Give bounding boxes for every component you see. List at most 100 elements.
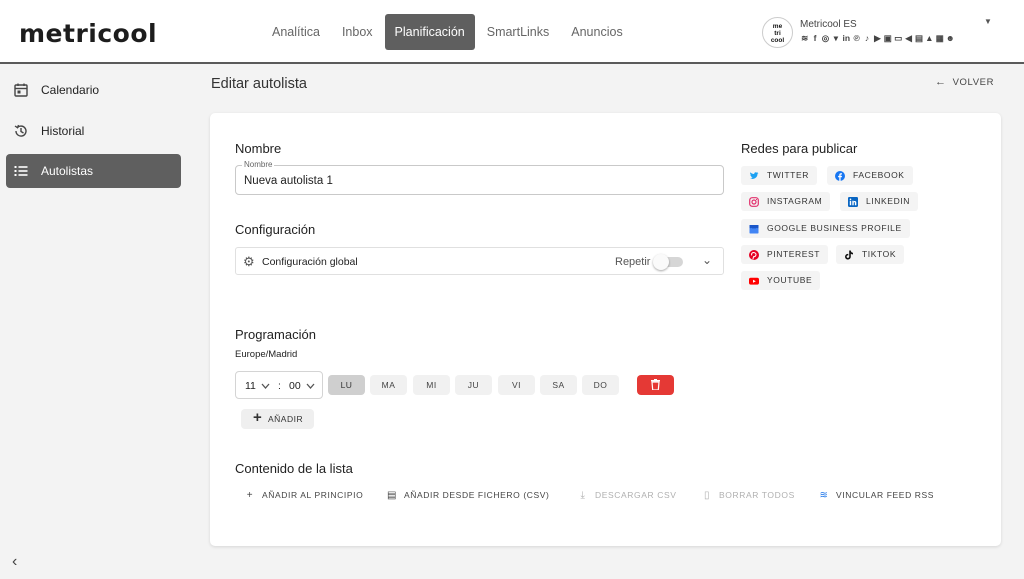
config-panel[interactable]: ⚙ Configuración global Repetir ⌄ [235,247,724,275]
top-header: metricool Analítica Inbox Planificación … [0,0,1024,64]
chevron-down-icon[interactable] [306,383,315,389]
sidebar-item-label: Autolistas [41,164,94,178]
sidebar-item-autolistas[interactable]: Autolistas [6,154,181,188]
account-network-icons: ≋ f ◎ ▾ in ℗ ♪ ▶ ▣ ▭ ◀ ▤ ▲ ▦ ☻ [800,33,955,43]
network-label: LINKEDIN [866,196,911,206]
nav-smartlinks[interactable]: SmartLinks [477,14,560,50]
plus-icon: + [246,490,254,501]
chevron-left-icon[interactable]: ‹ [12,553,17,571]
nav-anuncios[interactable]: Anuncios [561,14,632,50]
network-pinterest[interactable]: PINTEREST [741,245,829,264]
network-facebook[interactable]: FACEBOOK [827,166,913,185]
download-csv-button[interactable]: ⤓ DESCARGAR CSV [576,490,676,501]
back-button[interactable]: ← VOLVER [935,76,994,88]
name-field[interactable]: Nombre Nueva autolista 1 [235,160,724,195]
chevron-down-icon[interactable] [261,383,270,389]
autolist-form-card: Nombre Nombre Nueva autolista 1 Configur… [210,113,1001,546]
smiley-icon: ☻ [945,33,955,43]
metricool-logo[interactable]: metricool [19,19,157,48]
repeat-label: Repetir [615,256,651,268]
nav-analitica[interactable]: Analítica [262,14,330,50]
file-icon: ▤ [386,490,398,501]
rss-icon: ≋ [819,490,829,501]
network-label: YOUTUBE [767,275,813,285]
twitch-icon: ▣ [883,33,892,43]
add-from-csv-button[interactable]: ▤ AÑADIR DESDE FICHERO (CSV) [385,490,549,501]
day-ju[interactable]: JU [455,375,492,395]
day-sa[interactable]: SA [540,375,577,395]
repeat-toggle[interactable] [653,254,683,270]
download-icon: ⤓ [580,490,586,501]
twitter-icon [750,172,759,179]
add-schedule-button[interactable]: + AÑADIR [241,409,314,429]
network-label: TWITTER [767,170,809,180]
account-switcher[interactable]: me tri cool Metricool ES ▼ ≋ f ◎ ▾ in ℗ ♪ … [762,17,1012,49]
pinterest-icon: ℗ [853,33,860,43]
day-ma[interactable]: MA [370,375,407,395]
list-icon [14,166,28,176]
linkedin-icon: in [842,33,851,43]
time-picker[interactable]: 11 : 00 [235,371,323,399]
network-linkedin[interactable]: LINKEDIN [840,192,919,211]
arrow-left-icon: ← [935,76,947,88]
chevron-down-icon[interactable]: ⌄ [702,253,712,267]
link-rss-feed-button[interactable]: ≋ VINCULAR FEED RSS [817,490,934,501]
image-icon: ▦ [935,33,944,43]
schedule-section-title: Programación [235,327,316,342]
nav-planificacion[interactable]: Planificación [384,14,475,50]
back-label: VOLVER [952,77,995,88]
twitter-icon: ▾ [833,33,838,43]
minute-value[interactable]: 00 [289,380,301,392]
caret-down-icon[interactable]: ▼ [984,17,992,26]
sidebar-item-calendario[interactable]: Calendario [6,73,181,107]
action-label: AÑADIR AL PRINCIPIO [262,490,364,500]
pinterest-icon [749,250,759,260]
name-field-label: Nombre [242,160,275,169]
name-field-value[interactable]: Nueva autolista 1 [244,175,333,187]
day-vi[interactable]: VI [498,375,535,395]
action-label: VINCULAR FEED RSS [836,490,935,500]
name-section-title: Nombre [235,141,282,156]
network-youtube[interactable]: YOUTUBE [741,271,821,290]
tiktok-icon: ♪ [864,33,870,43]
networks-section-title: Redes para publicar [741,141,858,156]
trash-icon [651,379,660,391]
delete-schedule-button[interactable] [637,375,674,395]
instagram-icon: ◎ [821,33,830,43]
tiktok-icon [845,250,853,260]
rss-icon: ≋ [801,33,809,43]
add-at-start-button[interactable]: + AÑADIR AL PRINCIPIO [243,490,363,501]
instagram-icon [749,197,759,207]
facebook-icon: f [813,33,817,43]
network-twitter[interactable]: TWITTER [741,166,817,185]
hour-value[interactable]: 11 [245,380,256,392]
google-business-icon: ▤ [914,33,923,43]
chat-icon: ▭ [894,33,903,43]
delete-all-button[interactable]: ▯ BORRAR TODOS [700,490,795,501]
gear-icon: ⚙ [243,254,255,269]
youtube-icon [749,277,759,285]
network-label: INSTAGRAM [767,196,823,206]
config-label: Configuración global [262,256,358,268]
trash-icon: ▯ [703,490,711,501]
facebook-icon [835,171,845,181]
network-instagram[interactable]: INSTAGRAM [741,192,831,211]
network-label: FACEBOOK [853,170,905,180]
day-lu[interactable]: LU [328,375,365,395]
network-google-business[interactable]: GOOGLE BUSINESS PROFILE [741,219,910,238]
toggle-knob [653,254,669,270]
account-avatar: me tri cool [762,17,793,48]
megaphone-icon: ◀ [905,33,912,43]
nav-inbox[interactable]: Inbox [332,14,383,50]
network-label: TIKTOK [862,249,897,259]
plus-icon: + [253,409,263,426]
sidebar-item-historial[interactable]: Historial [6,114,181,148]
day-mi[interactable]: MI [413,375,450,395]
network-label: PINTEREST [767,249,821,259]
timezone-label: Europe/Madrid [235,349,298,360]
day-do[interactable]: DO [582,375,619,395]
network-tiktok[interactable]: TIKTOK [836,245,905,264]
config-section-title: Configuración [235,222,316,237]
add-schedule-label: AÑADIR [268,414,304,424]
youtube-icon: ▶ [874,33,881,43]
